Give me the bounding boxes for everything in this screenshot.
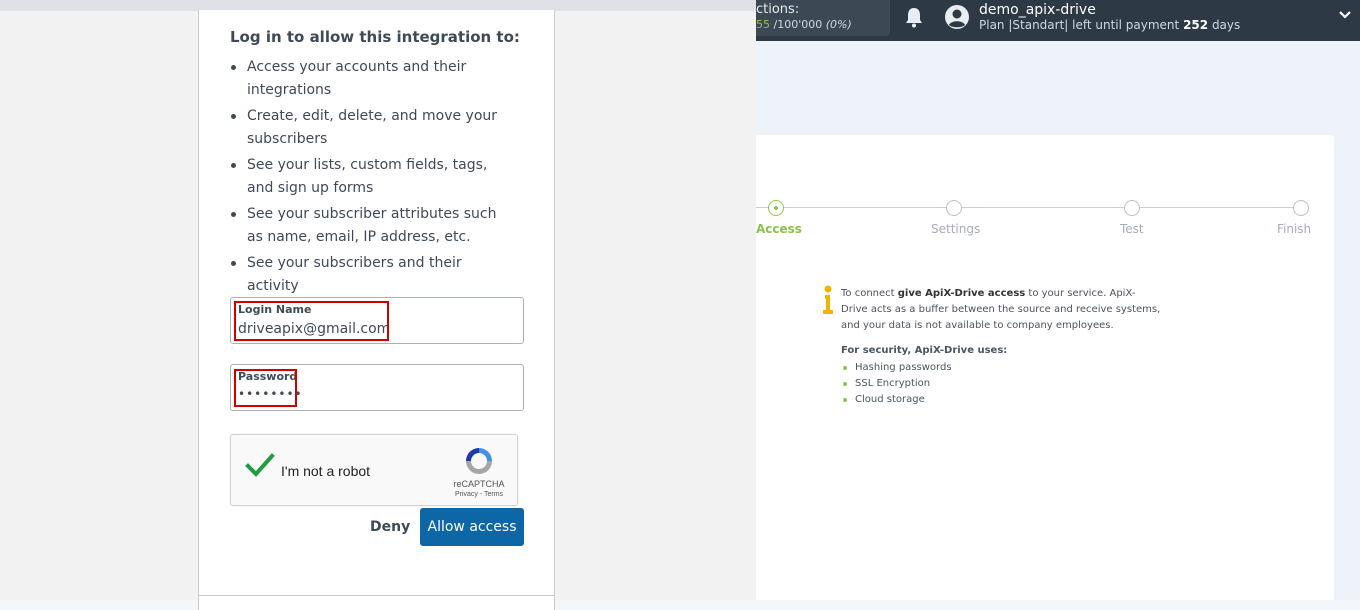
plan-suffix: days — [1208, 18, 1241, 32]
security-item: SSL Encryption — [841, 376, 952, 392]
oauth-dialog: Log in to allow this integration to: Acc… — [198, 10, 555, 610]
user-avatar-icon[interactable] — [944, 4, 970, 30]
allow-access-button[interactable]: Allow access — [420, 508, 524, 546]
step-connector — [1140, 207, 1293, 208]
connections-count: 55 /100'000 (0%) — [756, 18, 852, 31]
step-dot-settings[interactable] — [946, 200, 962, 216]
connections-used: 55 — [756, 18, 770, 31]
security-item: Hashing passwords — [841, 360, 952, 376]
security-item: Cloud storage — [841, 392, 952, 408]
connections-title: ctions: — [756, 2, 800, 17]
step-dot-finish[interactable] — [1293, 200, 1309, 216]
step-dot-access[interactable] — [768, 200, 784, 216]
step-label-settings[interactable]: Settings — [931, 222, 980, 236]
login-name-label: Login Name — [238, 303, 312, 316]
plan-prefix: Plan |Standart| left until payment — [979, 18, 1184, 32]
info-text: To connect give ApiX-Drive access to you… — [841, 286, 1161, 334]
dialog-title: Log in to allow this integration to: — [230, 28, 520, 46]
step-label-access[interactable]: Access — [756, 222, 802, 236]
plan-days: 252 — [1183, 18, 1209, 32]
permission-item: See your lists, custom fields, tags, and… — [230, 154, 515, 200]
permission-item: See your subscribers and their activity — [230, 252, 515, 298]
connections-widget: ctions: 55 /100'000 (0%) — [756, 0, 890, 36]
permission-item: Access your accounts and their integrati… — [230, 56, 515, 102]
step-connector — [962, 207, 1124, 208]
recaptcha-brand: reCAPTCHA — [453, 479, 505, 489]
permission-item: See your subscriber attributes such as n… — [230, 203, 515, 249]
recaptcha-widget[interactable]: I'm not a robot reCAPTCHA Privacy - Term… — [230, 434, 518, 506]
connections-total: /100'000 — [770, 18, 823, 31]
step-label-finish[interactable]: Finish — [1277, 222, 1311, 236]
dialog-divider — [199, 595, 554, 596]
bell-icon[interactable] — [904, 6, 924, 28]
step-connector — [784, 207, 946, 208]
deny-button[interactable]: Deny — [370, 519, 410, 535]
checkmark-icon[interactable] — [245, 453, 275, 479]
permission-list: Access your accounts and their integrati… — [230, 56, 515, 301]
password-label: Password — [238, 370, 298, 383]
user-plan: Plan |Standart| left until payment 252 d… — [979, 18, 1240, 32]
info-text-bold: give ApiX-Drive access — [897, 288, 1026, 299]
login-name-input[interactable]: driveapix@gmail.com — [238, 321, 508, 337]
login-name-field[interactable]: Login Name driveapix@gmail.com — [230, 297, 524, 344]
permission-item: Create, edit, delete, and move your subs… — [230, 105, 515, 151]
recaptcha-logo-icon — [466, 448, 492, 474]
step-dot-test[interactable] — [1124, 200, 1140, 216]
recaptcha-links[interactable]: Privacy - Terms — [449, 491, 509, 498]
user-name[interactable]: demo_apix-drive — [979, 2, 1096, 18]
password-field[interactable]: Password •••••••• — [230, 364, 524, 411]
connections-percent: (0%) — [825, 18, 852, 31]
step-label-test[interactable]: Test — [1120, 222, 1144, 236]
info-text-pre: To connect — [841, 288, 898, 299]
password-input[interactable]: •••••••• — [238, 387, 508, 401]
top-bar: ctions: 55 /100'000 (0%) demo_apix-drive… — [756, 0, 1360, 41]
info-icon — [823, 285, 833, 314]
security-title: For security, ApiX-Drive uses: — [841, 345, 1008, 356]
security-list: Hashing passwords SSL Encryption Cloud s… — [841, 360, 952, 408]
captcha-label: I'm not a robot — [281, 463, 371, 479]
chevron-down-icon[interactable] — [1338, 8, 1352, 22]
